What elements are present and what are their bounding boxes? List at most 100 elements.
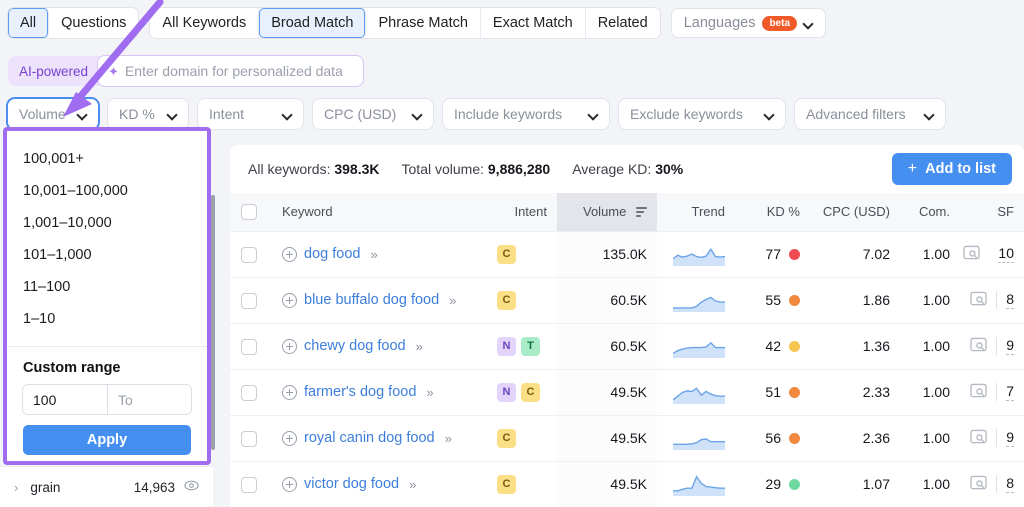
intent-badge-c[interactable]: C <box>497 291 516 310</box>
row-select-cell[interactable] <box>230 369 268 415</box>
keyword-link[interactable]: farmer's dog food <box>304 384 416 400</box>
table-row[interactable]: royal canin dog food»C49.5K562.361.009 <box>230 415 1024 461</box>
custom-range-to-input[interactable] <box>107 385 191 414</box>
table-row[interactable]: blue buffalo dog food»C60.5K551.861.008 <box>230 277 1024 323</box>
table-row[interactable]: chewy dog food»NT60.5K421.361.009 <box>230 323 1024 369</box>
include-keywords-filter-button[interactable]: Include keywords <box>443 99 609 129</box>
tab-phrase-match[interactable]: Phrase Match <box>366 8 480 38</box>
tab-all-keywords[interactable]: All Keywords <box>150 8 259 38</box>
tab-all[interactable]: All <box>8 8 49 38</box>
row-select-cell[interactable] <box>230 323 268 369</box>
column-intent[interactable]: Intent <box>487 193 557 231</box>
expand-keyword-icon[interactable]: » <box>416 339 423 354</box>
volume-option-101-1000[interactable]: 101–1,000 <box>7 239 207 271</box>
ai-powered-domain-row: AI-powered ✦ Enter domain for personaliz… <box>8 56 363 86</box>
row-checkbox[interactable] <box>241 247 257 263</box>
row-checkbox[interactable] <box>241 477 257 493</box>
volume-option-11-100[interactable]: 11–100 <box>7 271 207 303</box>
add-keyword-icon[interactable] <box>282 293 297 308</box>
keyword-link[interactable]: victor dog food <box>304 476 399 492</box>
eye-icon[interactable] <box>184 478 199 496</box>
add-keyword-icon[interactable] <box>282 247 297 262</box>
volume-option-10001-100000[interactable]: 10,001–100,000 <box>7 175 207 207</box>
sf-value[interactable]: 8 <box>1006 475 1014 493</box>
tab-questions[interactable]: Questions <box>49 8 138 38</box>
sf-value[interactable]: 7 <box>1006 383 1014 401</box>
tab-exact-match[interactable]: Exact Match <box>481 8 586 38</box>
select-all-header[interactable] <box>230 193 268 231</box>
cpc-filter-button[interactable]: CPC (USD) <box>313 99 433 129</box>
apply-button[interactable]: Apply <box>23 425 191 455</box>
expand-keyword-icon[interactable]: » <box>449 293 456 308</box>
expand-keyword-icon[interactable]: » <box>409 477 416 492</box>
table-row[interactable]: farmer's dog food»NC49.5K512.331.007 <box>230 369 1024 415</box>
sf-value[interactable]: 9 <box>1006 337 1014 355</box>
exclude-keywords-filter-button[interactable]: Exclude keywords <box>619 99 785 129</box>
domain-input-wrapper[interactable]: ✦ Enter domain for personalized data <box>98 56 363 86</box>
column-com[interactable]: Com. <box>900 193 960 231</box>
languages-dropdown[interactable]: Languages beta <box>672 9 825 37</box>
keyword-link[interactable]: dog food <box>304 246 360 262</box>
sidebar-scrollbar[interactable] <box>211 195 215 450</box>
keyword-link[interactable]: blue buffalo dog food <box>304 292 439 308</box>
column-trend[interactable]: Trend <box>657 193 735 231</box>
volume-filter-button[interactable]: Volume <box>8 99 98 129</box>
row-select-cell[interactable] <box>230 461 268 507</box>
advanced-filters-button[interactable]: Advanced filters <box>795 99 945 129</box>
intent-filter-button[interactable]: Intent <box>198 99 303 129</box>
serp-features-icon[interactable] <box>963 245 980 263</box>
add-keyword-icon[interactable] <box>282 477 297 492</box>
intent-badge-c[interactable]: C <box>497 245 516 264</box>
tab-related[interactable]: Related <box>586 8 660 38</box>
row-checkbox[interactable] <box>241 293 257 309</box>
row-checkbox[interactable] <box>241 339 257 355</box>
serp-features-icon[interactable] <box>970 475 987 493</box>
chevron-right-icon[interactable]: › <box>14 480 18 495</box>
volume-option-100001-plus[interactable]: 100,001+ <box>7 143 207 175</box>
cpc-cell: 2.33 <box>810 369 900 415</box>
row-checkbox[interactable] <box>241 431 257 447</box>
com-cell: 1.00 <box>900 277 960 323</box>
tab-broad-match[interactable]: Broad Match <box>259 8 366 38</box>
kd-filter-button[interactable]: KD % <box>108 99 188 129</box>
expand-keyword-icon[interactable]: » <box>445 431 452 446</box>
keyword-link[interactable]: chewy dog food <box>304 338 406 354</box>
add-to-list-button[interactable]: + Add to list <box>892 153 1012 185</box>
intent-badge-n[interactable]: N <box>497 383 516 402</box>
row-checkbox[interactable] <box>241 385 257 401</box>
serp-features-icon[interactable] <box>970 291 987 309</box>
expand-keyword-icon[interactable]: » <box>426 385 433 400</box>
intent-badge-c[interactable]: C <box>497 475 516 494</box>
column-kd[interactable]: KD % <box>735 193 810 231</box>
add-keyword-icon[interactable] <box>282 385 297 400</box>
grain-list-item[interactable]: › grain 14,963 <box>0 466 213 507</box>
column-sf[interactable]: SF <box>960 193 1024 231</box>
select-all-checkbox[interactable] <box>241 204 257 220</box>
intent-badge-n[interactable]: N <box>497 337 516 356</box>
serp-features-icon[interactable] <box>970 383 987 401</box>
intent-badge-t[interactable]: T <box>521 337 540 356</box>
column-keyword[interactable]: Keyword <box>268 193 487 231</box>
add-keyword-icon[interactable] <box>282 431 297 446</box>
row-select-cell[interactable] <box>230 415 268 461</box>
custom-range-from-input[interactable] <box>23 385 107 414</box>
table-row[interactable]: dog food»C135.0K777.021.0010 <box>230 231 1024 277</box>
add-keyword-icon[interactable] <box>282 339 297 354</box>
serp-features-icon[interactable] <box>970 337 987 355</box>
sf-value[interactable]: 8 <box>1006 291 1014 309</box>
expand-keyword-icon[interactable]: » <box>370 247 377 262</box>
intent-badge-c[interactable]: C <box>521 383 540 402</box>
volume-option-1-10[interactable]: 1–10 <box>7 303 207 335</box>
intent-badge-c[interactable]: C <box>497 429 516 448</box>
column-cpc[interactable]: CPC (USD) <box>810 193 900 231</box>
keyword-link[interactable]: royal canin dog food <box>304 430 435 446</box>
column-volume[interactable]: Volume <box>557 193 657 231</box>
sf-value[interactable]: 9 <box>1006 429 1014 447</box>
sf-value[interactable]: 10 <box>998 245 1014 263</box>
serp-features-icon[interactable] <box>970 429 987 447</box>
volume-option-1001-10000[interactable]: 1,001–10,000 <box>7 207 207 239</box>
row-select-cell[interactable] <box>230 231 268 277</box>
table-row[interactable]: victor dog food»C49.5K291.071.008 <box>230 461 1024 507</box>
grain-label: grain <box>30 480 60 495</box>
row-select-cell[interactable] <box>230 277 268 323</box>
